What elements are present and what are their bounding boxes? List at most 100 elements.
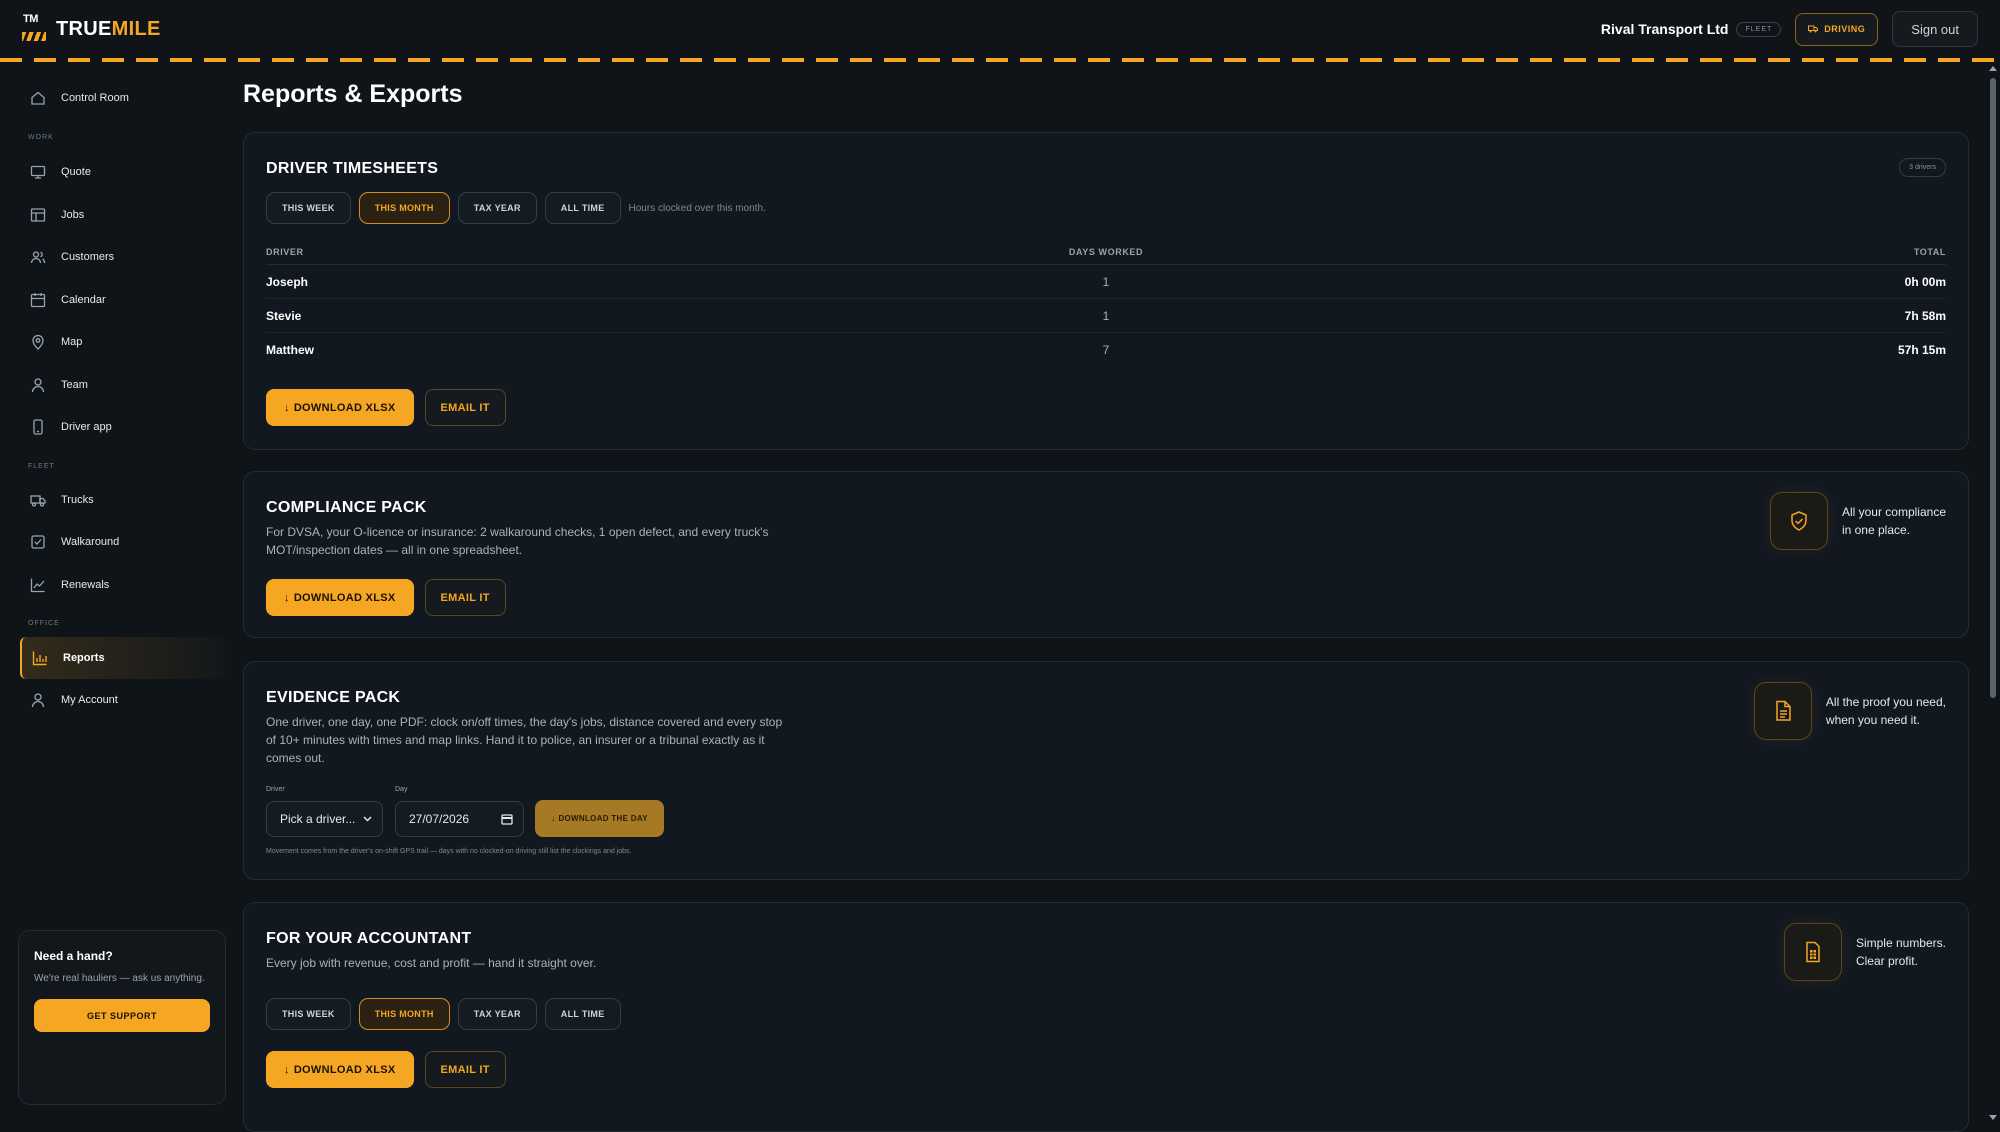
sidebar-item-label: Renewals <box>61 579 110 591</box>
driver-field-label: Driver <box>266 786 285 793</box>
sidebar-item-calendar[interactable]: Calendar <box>20 281 225 319</box>
brand-name: TRUEMILE <box>56 18 161 41</box>
download-label: DOWNLOAD THE DAY <box>558 814 648 823</box>
sidebar-item-driver-app[interactable]: Driver app <box>20 408 225 446</box>
cell-total: 7h 58m <box>1904 308 1946 323</box>
sidebar-item-control-room[interactable]: Control Room <box>20 79 225 117</box>
page-title: Reports & Exports <box>243 80 463 108</box>
period-this-week[interactable]: THIS WEEK <box>266 998 351 1030</box>
table-row[interactable]: Joseph 1 0h 00m <box>266 265 1946 299</box>
accountant-feature: Simple numbers. Clear profit. <box>1783 923 1946 981</box>
driving-label: DRIVING <box>1824 24 1866 34</box>
feature-line: Simple numbers. <box>1855 936 1946 950</box>
driving-mode-button[interactable]: DRIVING <box>1795 12 1879 46</box>
download-xlsx-button[interactable]: ↓ DOWNLOAD XLSX <box>266 389 414 426</box>
sidebar-item-trucks[interactable]: Trucks <box>20 481 225 519</box>
help-title: Need a hand? <box>34 949 113 963</box>
card-title: EVIDENCE PACK <box>266 689 401 706</box>
download-xlsx-button[interactable]: ↓ DOWNLOAD XLSX <box>266 1051 414 1088</box>
line-chart-icon <box>30 578 45 593</box>
period-tax-year[interactable]: TAX YEAR <box>457 998 537 1030</box>
sidebar-item-label: Trucks <box>61 494 94 506</box>
day-date-input[interactable]: 27/07/2026 <box>395 801 524 837</box>
desc-line: MOT/inspection dates — all in one spread… <box>266 543 523 557</box>
sidebar-item-reports[interactable]: Reports <box>20 637 225 679</box>
download-the-day-button[interactable]: ↓ DOWNLOAD THE DAY <box>535 800 664 837</box>
timesheet-table: DRIVER DAYS WORKED TOTAL Joseph 1 0h 00m… <box>266 247 1946 367</box>
document-icon <box>1753 682 1812 740</box>
cell-driver: Matthew <box>266 343 314 357</box>
sidebar-item-label: Walkaround <box>61 536 120 548</box>
period-all-time[interactable]: ALL TIME <box>544 192 621 224</box>
download-label: DOWNLOAD XLSX <box>293 401 396 414</box>
feature-line: All the proof you need, <box>1825 695 1946 709</box>
card-title: COMPLIANCE PACK <box>266 499 427 516</box>
sidebar-item-team[interactable]: Team <box>20 366 225 404</box>
map-pin-icon <box>32 334 44 350</box>
day-field-label: Day <box>395 786 408 793</box>
period-this-week[interactable]: THIS WEEK <box>266 192 351 224</box>
sign-out-button[interactable]: Sign out <box>1892 11 1978 47</box>
sidebar-item-walkaround[interactable]: Walkaround <box>20 523 225 561</box>
cell-total: 0h 00m <box>1904 274 1946 289</box>
sidebar-item-label: Team <box>61 379 88 391</box>
calendar-icon <box>30 293 46 308</box>
table-icon <box>30 208 46 222</box>
brand-logo[interactable]: TM TRUEMILE <box>22 13 161 42</box>
desc-line: of 10+ minutes with times and map links.… <box>266 733 765 747</box>
nav-section-fleet: FLEET <box>28 463 55 470</box>
sidebar-item-quote[interactable]: Quote <box>20 153 225 191</box>
sidebar-item-label: Customers <box>61 251 115 263</box>
sidebar-item-my-account[interactable]: My Account <box>20 681 225 719</box>
truemile-logo-icon: TM <box>22 13 46 42</box>
email-it-button[interactable]: EMAIL IT <box>424 389 506 426</box>
period-this-month[interactable]: THIS MONTH <box>358 192 450 224</box>
table-row[interactable]: Stevie 1 7h 58m <box>266 299 1946 333</box>
accountant-actions: ↓ DOWNLOAD XLSX EMAIL IT <box>266 1051 506 1088</box>
email-it-button[interactable]: EMAIL IT <box>424 579 506 616</box>
scroll-thumb[interactable] <box>1990 78 1996 698</box>
plan-badge: FLEET <box>1736 21 1782 37</box>
table-header: DRIVER DAYS WORKED TOTAL <box>266 247 1946 265</box>
brand-name-part1: TRUE <box>56 17 112 40</box>
monitor-icon <box>30 165 46 179</box>
period-tax-year[interactable]: TAX YEAR <box>457 192 537 224</box>
shield-check-icon <box>1769 492 1828 550</box>
home-icon <box>31 91 45 105</box>
sidebar-item-customers[interactable]: Customers <box>20 238 225 276</box>
download-arrow-icon: ↓ <box>551 814 556 823</box>
period-all-time[interactable]: ALL TIME <box>544 998 621 1030</box>
sidebar-item-label: Calendar <box>61 294 106 306</box>
table-row[interactable]: Matthew 7 57h 15m <box>266 333 1946 367</box>
timesheet-actions: ↓ DOWNLOAD XLSX EMAIL IT <box>266 389 506 426</box>
period-this-month[interactable]: THIS MONTH <box>358 998 450 1030</box>
get-support-button[interactable]: GET SUPPORT <box>34 999 210 1032</box>
truck-icon <box>30 495 46 507</box>
users-icon <box>30 251 46 264</box>
sidebar-item-renewals[interactable]: Renewals <box>20 566 225 604</box>
desc-line: One driver, one day, one PDF: clock on/o… <box>266 715 783 729</box>
feature-line: when you need it. <box>1825 713 1920 727</box>
sidebar-item-label: Map <box>61 336 83 348</box>
calculator-icon <box>1783 923 1842 981</box>
user-icon <box>31 378 45 393</box>
sidebar-item-label: Jobs <box>61 209 85 221</box>
download-xlsx-button[interactable]: ↓ DOWNLOAD XLSX <box>266 579 414 616</box>
col-driver: DRIVER <box>266 247 304 257</box>
sidebar-item-map[interactable]: Map <box>20 323 225 361</box>
driver-select[interactable]: Pick a driver... <box>266 801 383 837</box>
period-selector: THIS WEEK THIS MONTH TAX YEAR ALL TIME H… <box>266 192 766 224</box>
checkbox-icon <box>31 535 45 549</box>
page-scrollbar[interactable] <box>1988 64 1998 1122</box>
scroll-down-arrow-icon[interactable] <box>1989 1115 1997 1120</box>
email-it-button[interactable]: EMAIL IT <box>424 1051 506 1088</box>
hazard-divider <box>0 58 2000 62</box>
download-label: DOWNLOAD XLSX <box>293 1063 396 1076</box>
sidebar-item-label: Quote <box>61 166 91 178</box>
nav-section-work: WORK <box>28 134 54 141</box>
sidebar-item-jobs[interactable]: Jobs <box>20 196 225 234</box>
download-arrow-icon: ↓ <box>284 401 290 414</box>
bar-chart-icon <box>32 651 47 666</box>
scroll-up-arrow-icon[interactable] <box>1989 66 1997 71</box>
card-title: FOR YOUR ACCOUNTANT <box>266 930 472 947</box>
